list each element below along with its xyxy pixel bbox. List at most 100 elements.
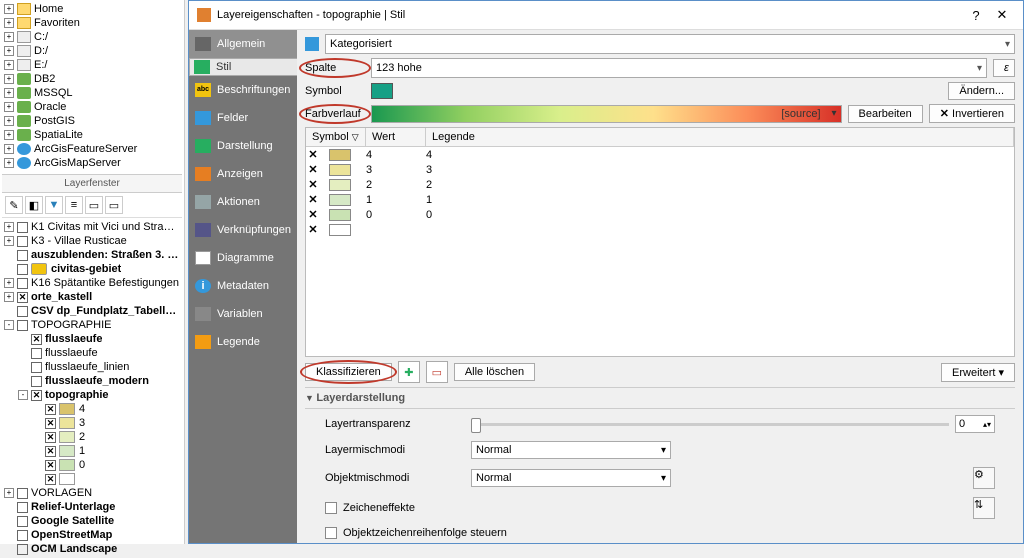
- folder-item[interactable]: +Oracle: [2, 100, 182, 114]
- column-label: Spalte: [305, 62, 365, 74]
- side-button-2[interactable]: ⇅: [973, 497, 995, 519]
- layer-item[interactable]: -TOPOGRAPHIE: [4, 318, 180, 332]
- layer-item[interactable]: flusslaeufe_linien: [4, 360, 180, 374]
- filter-icon[interactable]: ▼: [45, 196, 63, 214]
- layer-item[interactable]: flusslaeufe: [4, 346, 180, 360]
- layer-item[interactable]: +VORLAGEN: [4, 486, 180, 500]
- category-aktionen[interactable]: Aktionen: [189, 188, 297, 216]
- layer-toolbar: ✎ ◧ ▼ ≡ ▭ ▭: [2, 193, 182, 218]
- toolbar-btn[interactable]: ✎: [5, 196, 23, 214]
- category-verknüpfungen[interactable]: Verknüpfungen: [189, 216, 297, 244]
- side-button-1[interactable]: ⚙: [973, 467, 995, 489]
- layer-item[interactable]: 3: [4, 416, 180, 430]
- draw-effects-checkbox[interactable]: [325, 502, 337, 514]
- layer-item[interactable]: flusslaeufe: [4, 332, 180, 346]
- layer-blend-label: Layermischmodi: [325, 444, 465, 456]
- expression-button[interactable]: ε: [993, 59, 1015, 77]
- folder-item[interactable]: +ArcGisFeatureServer: [2, 142, 182, 156]
- folder-item[interactable]: +Home: [2, 2, 182, 16]
- toolbar-btn[interactable]: ◧: [25, 196, 43, 214]
- folder-item[interactable]: +Favoriten: [2, 16, 182, 30]
- column-combo[interactable]: 123 hohe: [371, 58, 987, 78]
- folder-item[interactable]: +DB2: [2, 72, 182, 86]
- layer-properties-dialog: Layereigenschaften - topographie | Stil …: [188, 0, 1024, 544]
- table-row[interactable]: ✕: [306, 222, 1014, 237]
- close-button[interactable]: ✕: [989, 7, 1015, 23]
- toolbar-btn[interactable]: ≡: [65, 196, 83, 214]
- classification-table: Symbol ▽ Wert Legende ✕44✕33✕22✕11✕00✕: [305, 127, 1015, 357]
- category-darstellung[interactable]: Darstellung: [189, 132, 297, 160]
- layer-item[interactable]: 1: [4, 444, 180, 458]
- layer-item[interactable]: auszublenden: Straßen 3. Ordnung: [4, 248, 180, 262]
- category-legende[interactable]: Legende: [189, 328, 297, 356]
- add-class-button[interactable]: ✚: [398, 361, 420, 383]
- layer-item[interactable]: +K16 Spätantike Befestigungen: [4, 276, 180, 290]
- col-symbol[interactable]: Symbol ▽: [306, 128, 366, 146]
- colorramp-combo[interactable]: [source]: [371, 105, 842, 123]
- help-button[interactable]: ?: [963, 8, 989, 23]
- layer-panel-title: Layerfenster: [2, 174, 182, 193]
- categorized-icon: [305, 37, 319, 51]
- layer-item[interactable]: OCM Landscape: [4, 542, 180, 556]
- symbol-swatch[interactable]: [371, 83, 393, 99]
- edit-button[interactable]: Bearbeiten: [848, 105, 923, 123]
- layer-item[interactable]: CSV dp_Fundplatz_Tabelle_Ladenburg-AV: [4, 304, 180, 318]
- col-value[interactable]: Wert: [366, 128, 426, 146]
- table-row[interactable]: ✕00: [306, 207, 1014, 222]
- object-blend-select[interactable]: Normal: [471, 469, 671, 487]
- layer-item[interactable]: 0: [4, 458, 180, 472]
- remove-class-button[interactable]: ▭: [426, 361, 448, 383]
- transparency-spin[interactable]: 0▴▾: [955, 415, 995, 433]
- delete-all-button[interactable]: Alle löschen: [454, 363, 535, 381]
- table-row[interactable]: ✕44: [306, 147, 1014, 162]
- renderer-type-combo[interactable]: Kategorisiert: [325, 34, 1015, 54]
- table-row[interactable]: ✕22: [306, 177, 1014, 192]
- layer-item[interactable]: OpenStreetMap: [4, 528, 180, 542]
- layer-item[interactable]: +K1 Civitas mit Vici und Straßen: [4, 220, 180, 234]
- category-felder[interactable]: Felder: [189, 104, 297, 132]
- category-allgemein[interactable]: Allgemein: [189, 30, 297, 58]
- layer-blend-select[interactable]: Normal: [471, 441, 671, 459]
- table-row[interactable]: ✕33: [306, 162, 1014, 177]
- layer-item[interactable]: [4, 472, 180, 486]
- folder-item[interactable]: +ArcGisMapServer: [2, 156, 182, 170]
- change-button[interactable]: Ändern...: [948, 82, 1015, 100]
- layer-rendering-section[interactable]: Layerdarstellung: [305, 387, 1015, 409]
- colorramp-label: Farbverlauf: [305, 108, 365, 120]
- control-order-checkbox[interactable]: [325, 527, 337, 539]
- folder-item[interactable]: +MSSQL: [2, 86, 182, 100]
- transparency-label: Layertransparenz: [325, 418, 465, 430]
- folder-item[interactable]: +PostGIS: [2, 114, 182, 128]
- category-beschriftungen[interactable]: abcBeschriftungen: [189, 76, 297, 104]
- category-anzeigen[interactable]: Anzeigen: [189, 160, 297, 188]
- toolbar-btn[interactable]: ▭: [85, 196, 103, 214]
- layer-item[interactable]: 2: [4, 430, 180, 444]
- layer-item[interactable]: +orte_kastell: [4, 290, 180, 304]
- col-legend[interactable]: Legende: [426, 128, 1014, 146]
- toolbar-btn[interactable]: ▭: [105, 196, 123, 214]
- layer-item[interactable]: 4: [4, 402, 180, 416]
- table-row[interactable]: ✕11: [306, 192, 1014, 207]
- layer-item[interactable]: +K3 - Villae Rusticae: [4, 234, 180, 248]
- folder-item[interactable]: +C:/: [2, 30, 182, 44]
- layer-item[interactable]: flusslaeufe_modern: [4, 374, 180, 388]
- classify-button[interactable]: Klassifizieren: [305, 363, 392, 381]
- category-variablen[interactable]: Variablen: [189, 300, 297, 328]
- layer-item[interactable]: Google Satellite: [4, 514, 180, 528]
- object-blend-label: Objektmischmodi: [325, 472, 465, 484]
- draw-effects-label: Zeicheneffekte: [343, 502, 415, 514]
- layer-item[interactable]: Relief-Unterlage: [4, 500, 180, 514]
- folder-item[interactable]: +E:/: [2, 58, 182, 72]
- advanced-button[interactable]: Erweitert ▾: [941, 363, 1015, 382]
- folder-item[interactable]: +D:/: [2, 44, 182, 58]
- category-diagramme[interactable]: Diagramme: [189, 244, 297, 272]
- transparency-slider[interactable]: [471, 423, 949, 426]
- layer-item[interactable]: civitas-gebiet: [4, 262, 180, 276]
- invert-button[interactable]: ✕ Invertieren: [929, 104, 1015, 123]
- category-metadaten[interactable]: iMetadaten: [189, 272, 297, 300]
- dialog-title: Layereigenschaften - topographie | Stil: [217, 9, 405, 21]
- dialog-icon: [197, 8, 211, 22]
- folder-item[interactable]: +SpatiaLite: [2, 128, 182, 142]
- symbol-label: Symbol: [305, 85, 365, 97]
- layer-item[interactable]: -topographie: [4, 388, 180, 402]
